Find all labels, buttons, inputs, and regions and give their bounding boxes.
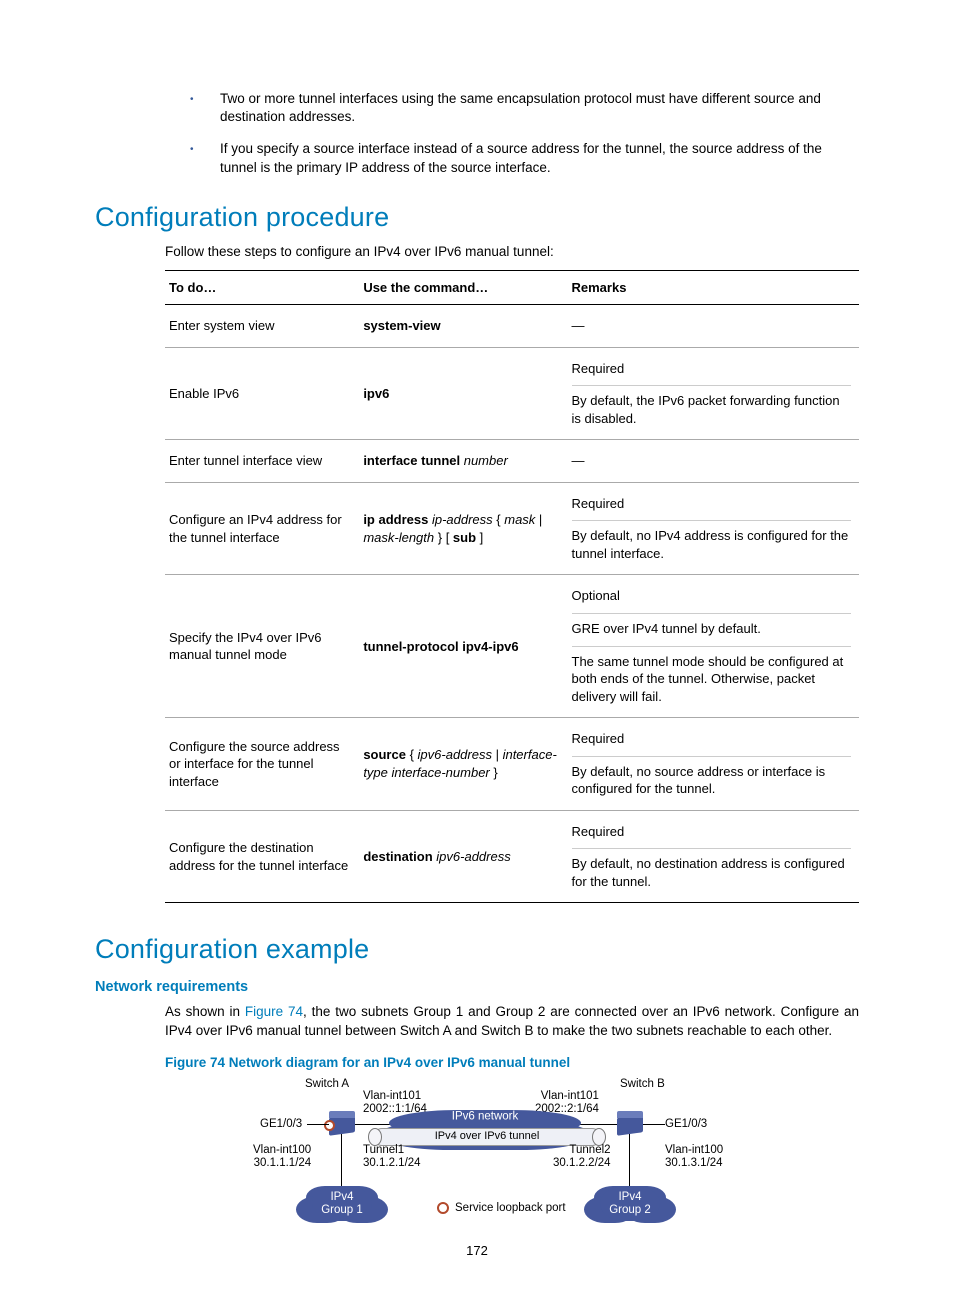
table-row: Enter tunnel interface viewinterface tun… <box>165 440 859 483</box>
cell-todo: Specify the IPv4 over IPv6 manual tunnel… <box>165 575 359 718</box>
remark-text: Required <box>572 726 852 752</box>
cell-remarks: Required By default, the IPv6 packet forw… <box>568 347 860 440</box>
legend-dot-icon <box>437 1202 449 1214</box>
example-text-pre: As shown in <box>165 1004 245 1019</box>
label-tunnel1: Tunnel130.1.2.1/24 <box>363 1144 421 1170</box>
legend: Service loopback port <box>437 1202 566 1215</box>
bullet-item: Two or more tunnel interfaces using the … <box>190 90 859 126</box>
table-row: Enable IPv6ipv6Required By default, the I… <box>165 347 859 440</box>
table-row: Configure the source address or interfac… <box>165 718 859 811</box>
remark-text: Required <box>572 819 852 845</box>
cell-command: system-view <box>359 305 567 348</box>
cell-command: tunnel-protocol ipv4-ipv6 <box>359 575 567 718</box>
cell-command: interface tunnel number <box>359 440 567 483</box>
group2-label: IPv4Group 2 <box>600 1190 660 1216</box>
cell-todo: Configure the destination address for th… <box>165 810 359 903</box>
remark-text: Required <box>572 356 852 382</box>
cell-remarks: Required By default, no destination addre… <box>568 810 860 903</box>
label-switch-b: Switch B <box>620 1078 665 1091</box>
group1-label: IPv4Group 1 <box>312 1190 372 1216</box>
network-diagram: Switch A Switch B Vlan-int1012002::1:1/6… <box>205 1078 765 1238</box>
table-header-remarks: Remarks <box>568 270 860 305</box>
cell-todo: Enable IPv6 <box>165 347 359 440</box>
cell-remarks: Required By default, no IPv4 address is c… <box>568 482 860 575</box>
wire <box>577 1124 617 1125</box>
label-tunnel2: Tunnel230.1.2.2/24 <box>553 1144 611 1170</box>
label-vlan100-a: Vlan-int10030.1.1.1/24 <box>253 1144 311 1170</box>
table-row: Specify the IPv4 over IPv6 manual tunnel… <box>165 575 859 718</box>
remark-text: By default, no source address or interfa… <box>572 756 852 802</box>
group2-cloud: IPv4Group 2 <box>600 1186 660 1221</box>
group1-cloud: IPv4Group 1 <box>312 1186 372 1221</box>
cell-todo: Configure an IPv4 address for the tunnel… <box>165 482 359 575</box>
example-paragraph: As shown in Figure 74, the two subnets G… <box>95 1003 859 1039</box>
remark-text: By default, no destination address is co… <box>572 848 852 894</box>
remark-text: — <box>572 313 852 339</box>
label-ge-right: GE1/0/3 <box>665 1118 707 1131</box>
page-number: 172 <box>0 1242 954 1260</box>
cell-remarks: — <box>568 305 860 348</box>
command-table: To do… Use the command… Remarks Enter sy… <box>165 270 859 904</box>
procedure-intro: Follow these steps to configure an IPv4 … <box>95 243 859 261</box>
table-header-todo: To do… <box>165 270 359 305</box>
wire <box>643 1124 665 1125</box>
cell-command: source { ipv6-address | interface-type i… <box>359 718 567 811</box>
figure-link[interactable]: Figure 74 <box>245 1004 303 1019</box>
label-switch-a: Switch A <box>305 1078 349 1091</box>
figure-caption: Figure 74 Network diagram for an IPv4 ov… <box>165 1054 859 1072</box>
remark-text: By default, no IPv4 address is configure… <box>572 520 852 566</box>
wire <box>341 1134 342 1186</box>
switch-b-icon <box>617 1114 643 1136</box>
label-ge-left: GE1/0/3 <box>260 1118 302 1131</box>
cell-remarks: Optional GRE over IPv4 tunnel by default.… <box>568 575 860 718</box>
table-row: Configure the destination address for th… <box>165 810 859 903</box>
table-row: Configure an IPv4 address for the tunnel… <box>165 482 859 575</box>
cell-remarks: Required By default, no source address or… <box>568 718 860 811</box>
remark-text: By default, the IPv6 packet forwarding f… <box>572 385 852 431</box>
cell-todo: Configure the source address or interfac… <box>165 718 359 811</box>
table-header-command: Use the command… <box>359 270 567 305</box>
remark-text: The same tunnel mode should be configure… <box>572 646 852 710</box>
bullet-item: If you specify a source interface instea… <box>190 140 859 176</box>
legend-text: Service loopback port <box>455 1202 566 1214</box>
intro-bullet-list: Two or more tunnel interfaces using the … <box>95 90 859 177</box>
cell-todo: Enter tunnel interface view <box>165 440 359 483</box>
heading-configuration-procedure: Configuration procedure <box>95 199 859 235</box>
cell-todo: Enter system view <box>165 305 359 348</box>
table-row: Enter system viewsystem-view— <box>165 305 859 348</box>
remark-text: — <box>572 448 852 474</box>
wire <box>629 1134 630 1186</box>
cell-command: destination ipv6-address <box>359 810 567 903</box>
remark-text: Required <box>572 491 852 517</box>
cell-command: ipv6 <box>359 347 567 440</box>
wire <box>307 1124 329 1125</box>
heading-configuration-example: Configuration example <box>95 931 859 967</box>
wire <box>355 1124 395 1125</box>
ipv6-network-label: IPv6 network <box>395 1111 575 1124</box>
cell-command: ip address ip-address { mask | mask-leng… <box>359 482 567 575</box>
remark-text: Optional <box>572 583 852 609</box>
label-vlan100-b: Vlan-int10030.1.3.1/24 <box>665 1144 723 1170</box>
remark-text: GRE over IPv4 tunnel by default. <box>572 613 852 642</box>
subheading-network-requirements: Network requirements <box>95 978 859 998</box>
cell-remarks: — <box>568 440 860 483</box>
